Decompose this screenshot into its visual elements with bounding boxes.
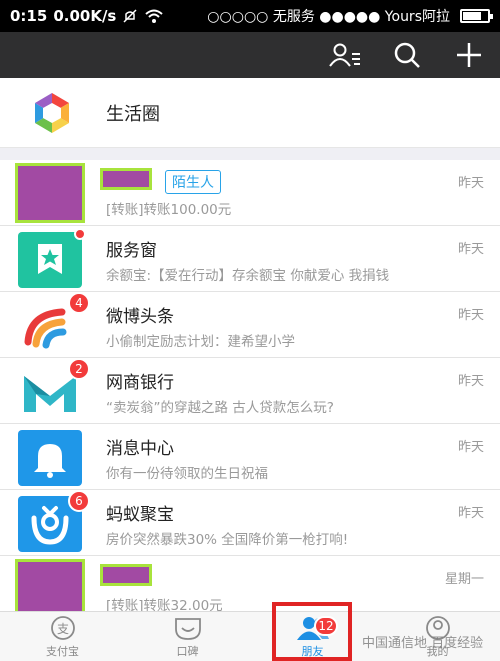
nav-alipay[interactable]: 支 支付宝 — [0, 612, 125, 661]
list-item[interactable]: 消息中心 你有一份待领取的生日祝福 昨天 — [0, 424, 500, 490]
contact-name: 网商银行 — [106, 373, 174, 393]
stranger-tag: 陌生人 — [165, 170, 221, 194]
redacted-avatar — [15, 163, 85, 223]
bell-icon — [18, 430, 82, 486]
message-time: 昨天 — [457, 176, 484, 191]
redacted-name — [100, 168, 152, 190]
status-bar: 0:15 0.00K/s ○○○○○ 无服务 ●●●●● Yours阿拉 — [0, 0, 500, 32]
redacted-name — [100, 564, 152, 586]
message-preview: 余额宝:【爱在行动】存余额宝 你献爱心 我捐钱 — [106, 268, 390, 284]
conversation-list: 陌生人 [转账]转账100.00元 昨天 服务窗 余额宝:【爱在行动】存余额宝 … — [0, 160, 500, 622]
alipay-icon: 支 — [50, 615, 75, 640]
message-preview: 你有一份待领取的生日祝福 — [106, 466, 268, 482]
message-preview: 房价突然暴跌30% 全国降价第一枪打响! — [106, 532, 349, 548]
message-preview: 小偷制定励志计划：建希望小学 — [106, 334, 295, 350]
watermark: 中国通信地 百度经验 — [362, 636, 484, 651]
message-time: 昨天 — [457, 374, 484, 389]
redacted-avatar — [15, 559, 85, 619]
unread-badge: 6 — [68, 490, 90, 512]
message-time: 昨天 — [457, 308, 484, 323]
nav-label: 口碑 — [176, 644, 199, 658]
unread-dot — [74, 228, 86, 240]
life-circle-row[interactable]: 生活圈 — [0, 78, 500, 148]
status-carrier: ○○○○○ 无服务 ●●●●● Yours阿拉 — [207, 9, 450, 25]
list-item[interactable]: 4 微博头条 小偷制定励志计划：建希望小学 昨天 — [0, 292, 500, 358]
message-time: 星期一 — [444, 572, 484, 587]
message-time: 昨天 — [457, 242, 484, 257]
contact-name: 微博头条 — [106, 307, 174, 327]
mute-icon — [123, 9, 137, 23]
nav-label: 支付宝 — [46, 644, 79, 658]
koubei-icon — [174, 617, 201, 640]
highlight-box — [272, 602, 352, 661]
battery-icon — [460, 9, 493, 23]
status-time: 0:15 — [10, 7, 48, 25]
list-item[interactable]: 服务窗 余额宝:【爱在行动】存余额宝 你献爱心 我捐钱 昨天 — [0, 226, 500, 292]
message-time: 昨天 — [457, 440, 484, 455]
mybank-icon: 2 — [18, 358, 90, 420]
app-bar — [0, 32, 500, 78]
contact-name: 蚂蚁聚宝 — [106, 505, 174, 525]
search-icon[interactable] — [390, 38, 424, 72]
svg-text:支: 支 — [56, 622, 68, 636]
ant-fortune-icon: 6 — [18, 490, 90, 552]
life-circle-title: 生活圈 — [106, 103, 160, 125]
life-circle-logo-icon — [35, 92, 69, 133]
unread-badge: 4 — [68, 292, 90, 314]
nav-koubei[interactable]: 口碑 — [125, 612, 250, 661]
list-item[interactable]: 2 网商银行 “卖炭翁”的穿越之路 古人贷款怎么玩? 昨天 — [0, 358, 500, 424]
weibo-icon: 4 — [18, 292, 90, 354]
contact-name: 消息中心 — [106, 439, 174, 459]
wifi-icon — [145, 9, 164, 23]
message-preview: “卖炭翁”的穿越之路 古人贷款怎么玩? — [106, 400, 334, 416]
unread-badge: 2 — [68, 358, 90, 380]
list-item[interactable]: 6 蚂蚁聚宝 房价突然暴跌30% 全国降价第一枪打响! 昨天 — [0, 490, 500, 556]
status-speed: 0.00K/s — [53, 7, 117, 25]
service-window-icon — [18, 228, 86, 288]
add-icon[interactable] — [452, 38, 486, 72]
message-time: 昨天 — [457, 506, 484, 521]
section-gap — [0, 148, 500, 160]
list-item[interactable]: 陌生人 [转账]转账100.00元 昨天 — [0, 160, 500, 226]
contact-name: 服务窗 — [106, 241, 157, 261]
contacts-icon[interactable] — [328, 38, 362, 72]
message-preview: [转账]转账100.00元 — [106, 202, 232, 218]
